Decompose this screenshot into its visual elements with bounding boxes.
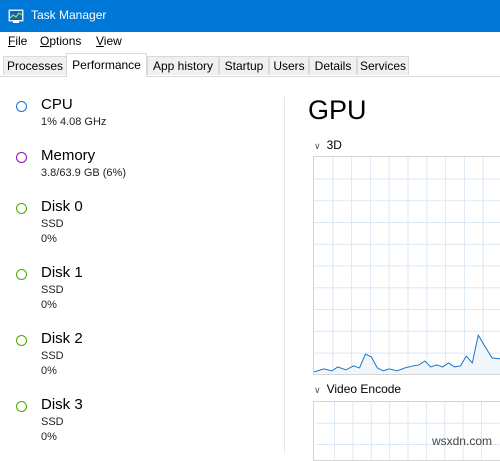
chevron-down-icon: ∨	[314, 141, 321, 151]
sidebar-item-disk-2[interactable]: Disk 2 SSD 0%	[0, 330, 280, 380]
tab-strip: Processes Performance App history Startu…	[0, 53, 500, 77]
sidebar-item-type: SSD	[41, 416, 64, 428]
engine-label: Video Encode	[326, 382, 402, 396]
sidebar-item-disk-1[interactable]: Disk 1 SSD 0%	[0, 264, 280, 314]
sidebar-item-type: SSD	[41, 350, 64, 362]
menu-file-label: ile	[15, 34, 28, 48]
menu-bar: File Options View	[0, 32, 500, 52]
sidebar-item-detail: 3.8/63.9 GB (6%)	[41, 167, 126, 179]
disk-indicator-icon	[16, 401, 27, 412]
menu-view[interactable]: View	[96, 34, 122, 48]
tab-performance[interactable]: Performance	[66, 53, 147, 77]
task-manager-icon	[8, 9, 24, 23]
sidebar-item-name: Memory	[41, 147, 96, 164]
sidebar-item-name: Disk 3	[41, 396, 83, 413]
title-bar: Task Manager	[0, 0, 500, 32]
pane-divider[interactable]	[284, 97, 285, 453]
menu-view-label: iew	[103, 34, 122, 48]
menu-file[interactable]: File	[8, 34, 27, 48]
menu-options[interactable]: Options	[40, 34, 81, 48]
tab-processes[interactable]: Processes	[3, 56, 67, 75]
menu-view-accesskey: V	[96, 34, 104, 48]
tab-services[interactable]: Services	[357, 56, 409, 75]
graph-video-encode	[313, 401, 500, 461]
graph-grid	[316, 402, 500, 460]
sidebar-item-type: SSD	[41, 284, 64, 296]
menu-options-label: ptions	[49, 34, 82, 48]
memory-indicator-icon	[16, 152, 27, 163]
engine-selector-video-encode[interactable]: ∨ Video Encode	[314, 382, 401, 396]
sidebar-item-memory[interactable]: Memory 3.8/63.9 GB (6%)	[0, 147, 280, 187]
sidebar-item-name: Disk 1	[41, 264, 83, 281]
sidebar-item-disk-0[interactable]: Disk 0 SSD 0%	[0, 198, 280, 248]
sidebar-item-name: Disk 2	[41, 330, 83, 347]
performance-pane: CPU 1% 4.08 GHz Memory 3.8/63.9 GB (6%) …	[0, 77, 500, 461]
sidebar-item-name: Disk 0	[41, 198, 83, 215]
engine-label: 3D	[326, 138, 342, 152]
tab-details[interactable]: Details	[309, 56, 357, 75]
graph-3d	[313, 156, 500, 375]
tab-app-history[interactable]: App history	[147, 56, 219, 75]
tab-users[interactable]: Users	[269, 56, 309, 75]
sidebar-item-usage: 0%	[41, 365, 57, 377]
sidebar-item-usage: 0%	[41, 431, 57, 443]
disk-indicator-icon	[16, 335, 27, 346]
sidebar-item-disk-3[interactable]: Disk 3 SSD 0%	[0, 396, 280, 446]
disk-indicator-icon	[16, 203, 27, 214]
page-title: GPU	[308, 95, 367, 125]
engine-selector-3d[interactable]: ∨ 3D	[314, 138, 342, 152]
sidebar-item-detail: 1% 4.08 GHz	[41, 116, 107, 128]
sidebar-item-usage: 0%	[41, 299, 57, 311]
chevron-down-icon: ∨	[314, 385, 321, 395]
window-title: Task Manager	[31, 8, 107, 22]
tab-startup[interactable]: Startup	[219, 56, 269, 75]
disk-indicator-icon	[16, 269, 27, 280]
watermark: wsxdn.com	[431, 434, 492, 448]
sidebar-item-cpu[interactable]: CPU 1% 4.08 GHz	[0, 96, 280, 136]
sidebar-item-type: SSD	[41, 218, 64, 230]
sidebar-item-name: CPU	[41, 96, 73, 113]
graph-grid	[314, 157, 500, 374]
menu-options-accesskey: O	[40, 34, 50, 48]
cpu-indicator-icon	[16, 101, 27, 112]
sidebar-item-usage: 0%	[41, 233, 57, 245]
